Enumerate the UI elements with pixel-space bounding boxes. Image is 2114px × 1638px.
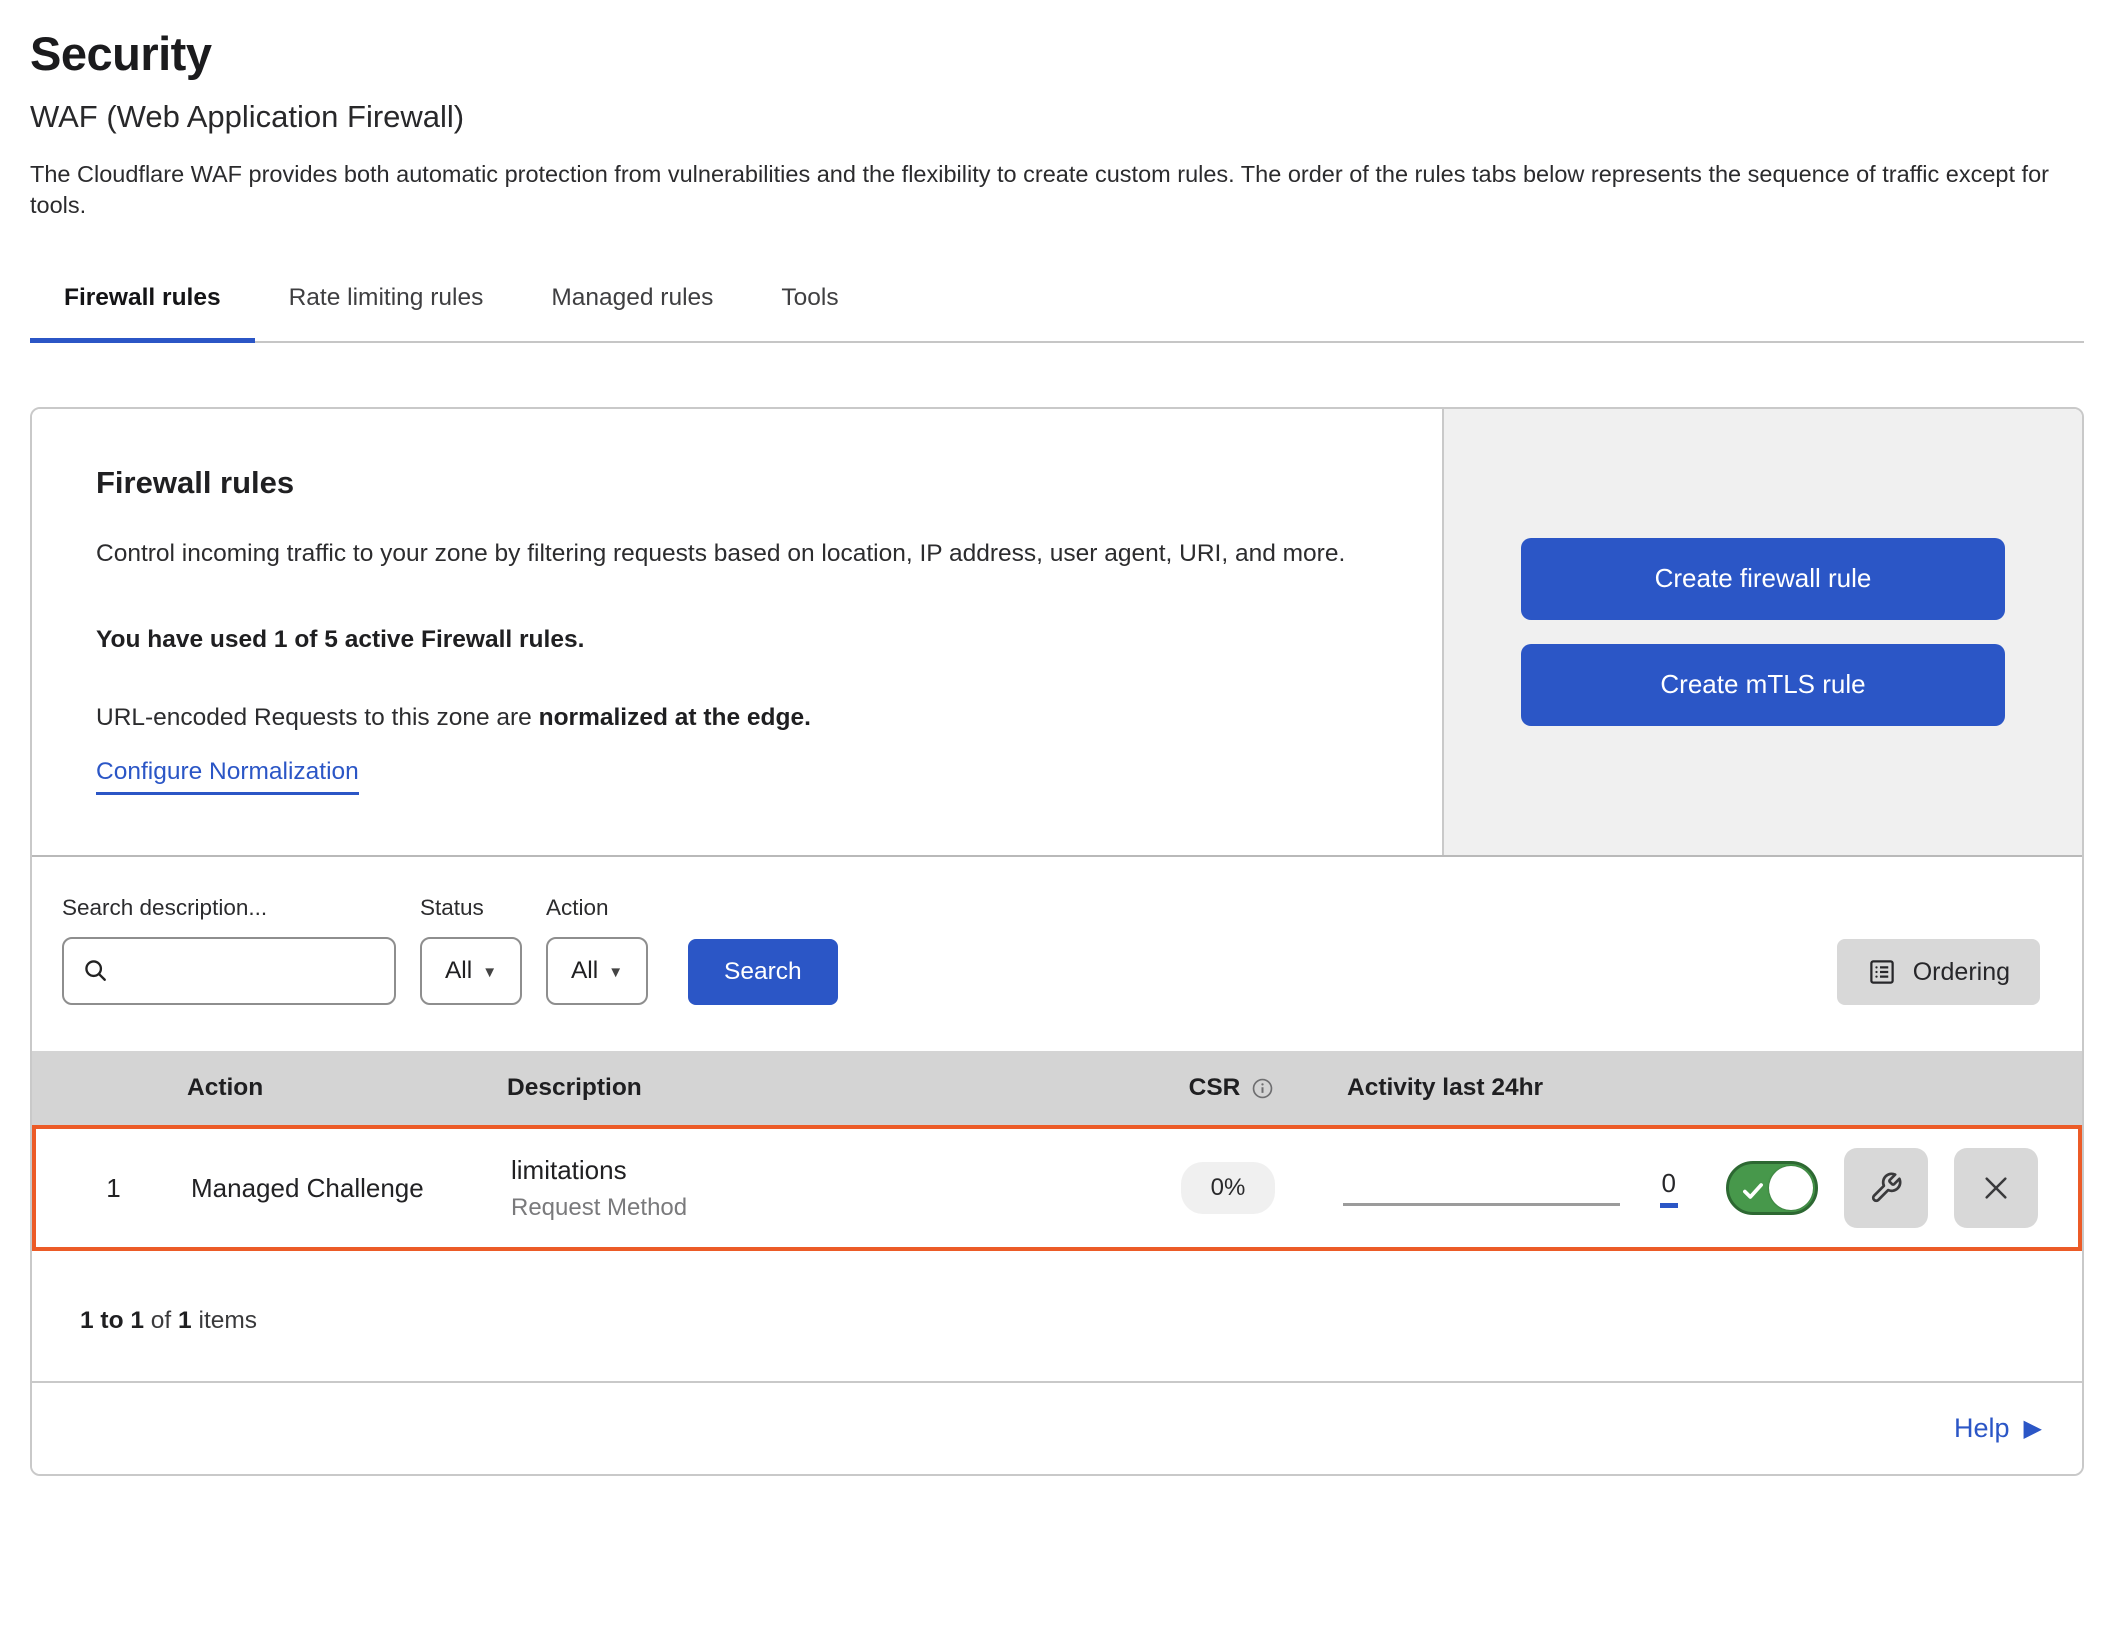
ordering-button-label: Ordering xyxy=(1913,958,2010,987)
page-title: Security xyxy=(30,26,2084,81)
card-description: Control incoming traffic to your zone by… xyxy=(96,535,1378,573)
rule-controls-cell xyxy=(1678,1148,2078,1228)
info-icon[interactable] xyxy=(1250,1076,1275,1101)
search-group: Search description... xyxy=(62,895,396,1005)
action-label: Action xyxy=(546,895,648,921)
search-button[interactable]: Search xyxy=(688,939,838,1005)
card-heading: Firewall rules xyxy=(96,465,1378,501)
action-filter-group: Action All ▼ xyxy=(546,895,648,1005)
normalization-bold: normalized at the edge. xyxy=(539,704,811,731)
ordering-button[interactable]: Ordering xyxy=(1837,939,2040,1005)
help-arrow-icon: ▶ xyxy=(2024,1414,2042,1443)
toggle-knob xyxy=(1769,1166,1813,1210)
rule-expression-summary: Request Method xyxy=(511,1194,1113,1222)
rule-enabled-toggle[interactable] xyxy=(1726,1161,1818,1215)
page-subtitle: WAF (Web Application Firewall) xyxy=(30,99,2084,135)
rule-priority: 1 xyxy=(36,1173,191,1204)
chevron-down-icon: ▼ xyxy=(608,964,623,981)
normalization-note: URL-encoded Requests to this zone are no… xyxy=(96,704,1378,732)
status-select-value: All xyxy=(445,957,472,985)
firewall-rules-card: Firewall rules Control incoming traffic … xyxy=(30,407,2084,1477)
create-mtls-rule-button[interactable]: Create mTLS rule xyxy=(1521,644,2005,726)
col-header-csr: CSR xyxy=(1117,1074,1347,1102)
search-label: Search description... xyxy=(62,895,396,921)
tab-tools[interactable]: Tools xyxy=(747,280,872,343)
create-rule-panel: Create firewall rule Create mTLS rule xyxy=(1442,409,2082,856)
status-select[interactable]: All ▼ xyxy=(420,937,522,1005)
status-filter-group: Status All ▼ xyxy=(420,895,522,1005)
ordering-list-icon xyxy=(1867,957,1897,987)
rule-csr-cell: 0% xyxy=(1113,1162,1343,1214)
status-label: Status xyxy=(420,895,522,921)
page-description: The Cloudflare WAF provides both automat… xyxy=(30,159,2084,222)
rule-description-cell: limitations Request Method xyxy=(511,1155,1113,1222)
table-header: Action Description CSR Activity last 24h… xyxy=(32,1051,2082,1125)
help-row: Help ▶ xyxy=(32,1383,2082,1474)
rule-activity-cell: 0 xyxy=(1343,1168,1678,1208)
csr-header-label: CSR xyxy=(1189,1074,1241,1102)
activity-sparkline xyxy=(1343,1203,1620,1206)
rule-description[interactable]: limitations xyxy=(511,1155,1113,1186)
close-icon xyxy=(1980,1172,2012,1204)
csr-value-badge: 0% xyxy=(1181,1162,1276,1214)
filter-bar: Search description... Status All ▼ xyxy=(32,857,2082,1051)
wrench-icon xyxy=(1869,1171,1903,1205)
chevron-down-icon: ▼ xyxy=(482,964,497,981)
tab-firewall-rules[interactable]: Firewall rules xyxy=(30,280,255,343)
tab-bar: Firewall rules Rate limiting rules Manag… xyxy=(30,280,2084,343)
help-link[interactable]: Help ▶ xyxy=(1954,1413,2042,1444)
configure-normalization-link[interactable]: Configure Normalization xyxy=(96,758,359,795)
activity-count-link[interactable]: 0 xyxy=(1660,1168,1678,1208)
tab-managed-rules[interactable]: Managed rules xyxy=(517,280,747,343)
pagination-of: of xyxy=(144,1307,178,1334)
rule-action: Managed Challenge xyxy=(191,1173,511,1204)
edit-rule-button[interactable] xyxy=(1844,1148,1928,1228)
action-select-value: All xyxy=(571,957,598,985)
tab-rate-limiting-rules[interactable]: Rate limiting rules xyxy=(255,280,518,343)
pagination-total: 1 xyxy=(178,1307,192,1334)
usage-summary: You have used 1 of 5 active Firewall rul… xyxy=(96,626,1378,654)
security-waf-page: Security WAF (Web Application Firewall) … xyxy=(0,0,2114,1496)
col-header-description: Description xyxy=(507,1074,1117,1102)
search-box[interactable] xyxy=(62,937,396,1005)
create-firewall-rule-button[interactable]: Create firewall rule xyxy=(1521,538,2005,620)
table-row: 1 Managed Challenge limitations Request … xyxy=(32,1125,2082,1251)
firewall-rules-summary-section: Firewall rules Control incoming traffic … xyxy=(32,409,2082,858)
search-icon xyxy=(82,957,110,985)
help-label: Help xyxy=(1954,1413,2010,1444)
pagination-summary: 1 to 1 of 1 items xyxy=(32,1251,2082,1383)
action-select[interactable]: All ▼ xyxy=(546,937,648,1005)
firewall-rules-summary: Firewall rules Control incoming traffic … xyxy=(32,409,1442,856)
pagination-items: items xyxy=(192,1307,257,1334)
col-header-activity: Activity last 24hr xyxy=(1347,1074,1682,1102)
col-header-action: Action xyxy=(187,1074,507,1102)
normalization-prefix: URL-encoded Requests to this zone are xyxy=(96,704,539,731)
pagination-range: 1 to 1 xyxy=(80,1307,144,1334)
search-input[interactable] xyxy=(120,939,394,1003)
delete-rule-button[interactable] xyxy=(1954,1148,2038,1228)
checkmark-icon xyxy=(1740,1178,1766,1204)
